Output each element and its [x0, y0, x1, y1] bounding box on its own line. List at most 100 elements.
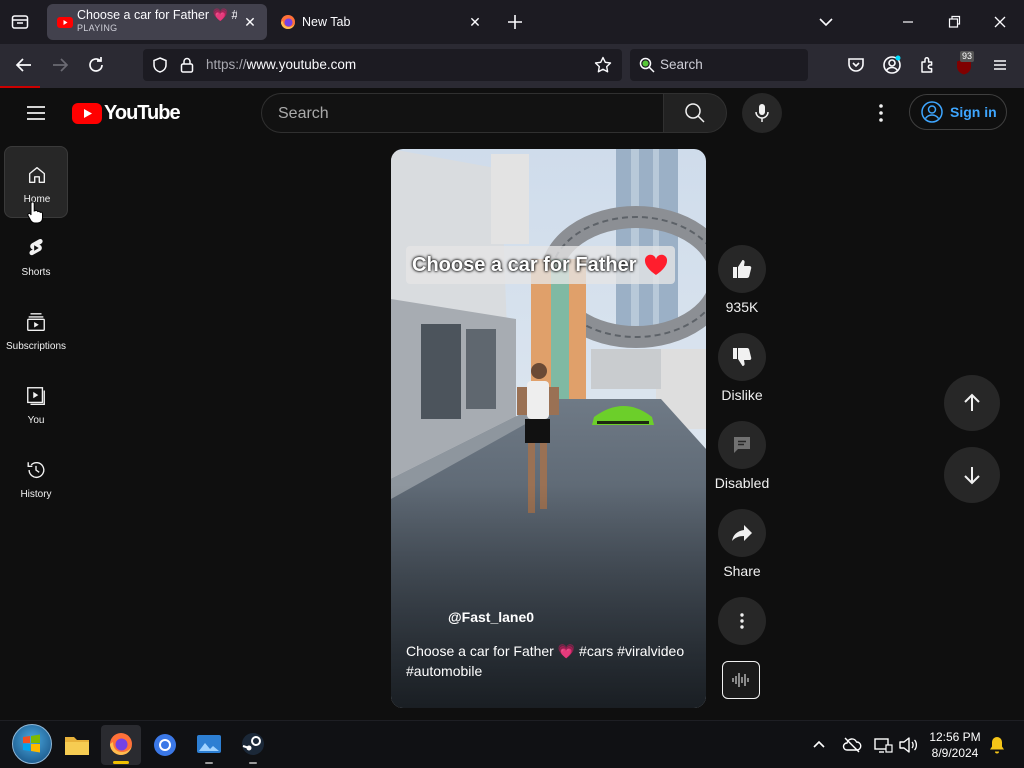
sidebar-item-shorts[interactable]: Shorts — [4, 220, 68, 292]
video-frame — [391, 149, 706, 708]
video-text-overlay: Choose a car for Father — [406, 246, 675, 284]
chrome-taskbar-icon[interactable] — [145, 725, 185, 765]
shorts-icon — [29, 239, 43, 256]
clock-time: 12:56 PM — [929, 730, 981, 744]
shorts-video-player[interactable]: Choose a car for Father @Fast_lane0 Choo… — [391, 149, 706, 708]
youtube-favicon-icon — [57, 14, 73, 30]
firefox-taskbar-icon[interactable] — [101, 725, 141, 765]
extension-badge: 93 — [960, 51, 975, 62]
show-hidden-icons-chevron-icon[interactable] — [810, 736, 828, 754]
red-heart-icon — [644, 254, 667, 275]
volume-icon[interactable] — [898, 736, 918, 754]
previous-short-button[interactable] — [944, 375, 1000, 431]
clock-date: 8/9/2024 — [931, 746, 979, 760]
bookmark-star-icon[interactable] — [593, 55, 613, 75]
account-circle-icon — [921, 101, 943, 123]
next-short-button[interactable] — [944, 447, 1000, 503]
audio-waveform-icon — [732, 673, 749, 687]
dislike-button[interactable] — [718, 333, 766, 381]
sidebar-item-label: Shorts — [21, 267, 51, 278]
youtube-masthead: YouTube Search Sign in — [0, 88, 1024, 138]
subscriptions-icon — [27, 313, 45, 331]
windows-taskbar: 12:56 PM 8/9/2024 — [0, 720, 1024, 768]
voice-search-button[interactable] — [742, 93, 782, 133]
url-text: https://www.youtube.com — [206, 57, 357, 72]
search-icon — [685, 103, 705, 123]
sidebar-item-label: History — [20, 489, 52, 500]
file-explorer-icon[interactable] — [57, 725, 97, 765]
tab-title: New Tab — [302, 15, 351, 29]
tab-playing-status: PLAYING — [77, 23, 118, 33]
browser-tab-strip: Choose a car for Father 💗 #cars #viralvi… — [0, 0, 1024, 44]
tab-manager-icon[interactable] — [10, 12, 30, 32]
back-arrow-icon[interactable] — [14, 55, 34, 75]
notification-bell-icon[interactable] — [988, 735, 1006, 755]
ublock-extension-icon[interactable]: 93 — [954, 51, 978, 77]
channel-handle[interactable]: @Fast_lane0 — [448, 609, 534, 625]
start-button-icon[interactable] — [12, 724, 52, 764]
firefox-favicon-icon — [280, 14, 296, 30]
tab-title: Choose a car for Father 💗 #cars #viralvi… — [77, 8, 237, 22]
photo-app-taskbar-icon[interactable] — [189, 725, 229, 765]
new-tab-plus-icon[interactable] — [505, 12, 525, 32]
pocket-icon[interactable] — [846, 55, 866, 75]
arrow-up-icon — [964, 393, 980, 411]
share-label: Share — [723, 563, 761, 579]
close-window-icon[interactable] — [990, 12, 1010, 32]
sidebar-item-label: Subscriptions — [5, 341, 67, 352]
like-button[interactable] — [718, 245, 766, 293]
extensions-puzzle-icon[interactable] — [918, 55, 938, 75]
share-arrow-icon — [732, 525, 752, 541]
reload-icon[interactable] — [86, 55, 106, 75]
tab-youtube-active[interactable]: Choose a car for Father 💗 #cars #viralvi… — [47, 4, 267, 40]
address-bar[interactable]: https://www.youtube.com — [143, 49, 622, 81]
youtube-logo-text: YouTube — [104, 102, 181, 124]
settings-kebab-icon[interactable] — [869, 101, 893, 125]
account-icon[interactable] — [882, 55, 902, 75]
youtube-logo-icon — [72, 103, 102, 124]
share-button[interactable] — [718, 509, 766, 557]
youtube-search-input[interactable]: Search — [261, 93, 663, 133]
overlay-title-text: Choose a car for Father — [412, 253, 637, 276]
search-engine-icon — [638, 56, 656, 74]
sign-in-button[interactable]: Sign in — [909, 94, 1007, 130]
home-icon — [28, 166, 46, 184]
comments-disabled-label: Disabled — [714, 475, 770, 491]
menu-hamburger-icon[interactable] — [990, 55, 1010, 75]
sound-thumbnail-button[interactable] — [722, 661, 760, 699]
sidebar-item-you[interactable]: You — [4, 368, 68, 440]
sidebar-item-subscriptions[interactable]: Subscriptions — [4, 294, 68, 366]
guide-menu-icon[interactable] — [24, 101, 48, 125]
channel-avatar[interactable] — [407, 601, 439, 633]
browser-navigation-bar: https://www.youtube.com Search 93 — [0, 44, 1024, 86]
network-icon[interactable] — [873, 736, 893, 754]
thumbs-up-icon — [733, 260, 752, 278]
comments-button — [718, 421, 766, 469]
microphone-icon — [755, 104, 769, 122]
like-count: 935K — [725, 299, 759, 315]
tab-new-tab[interactable]: New Tab ✕ — [272, 4, 494, 40]
lock-icon[interactable] — [179, 56, 195, 74]
history-icon — [27, 462, 45, 479]
video-caption[interactable]: Choose a car for Father 💗 #cars #viralvi… — [406, 641, 696, 681]
sidebar-item-history[interactable]: History — [4, 442, 68, 514]
arrow-down-icon — [964, 467, 980, 485]
tracking-protection-shield-icon[interactable] — [151, 56, 169, 74]
forward-arrow-icon — [50, 55, 70, 75]
cloud-offline-icon[interactable] — [842, 736, 862, 754]
minimize-window-icon[interactable] — [898, 12, 918, 32]
dislike-label: Dislike — [721, 387, 763, 403]
restore-window-icon[interactable] — [944, 12, 964, 32]
close-tab-icon[interactable]: ✕ — [466, 13, 484, 31]
youtube-logo[interactable]: YouTube — [72, 102, 181, 125]
steam-taskbar-icon[interactable] — [233, 725, 273, 765]
system-clock[interactable]: 12:56 PM 8/9/2024 — [922, 729, 988, 761]
list-all-tabs-chevron-icon[interactable] — [816, 12, 836, 32]
thumbs-down-icon — [733, 348, 752, 366]
hand-cursor-icon — [26, 201, 44, 225]
youtube-search-button[interactable] — [663, 93, 727, 133]
close-tab-icon[interactable]: ✕ — [241, 13, 259, 31]
more-actions-button[interactable] — [718, 597, 766, 645]
you-icon — [27, 387, 45, 405]
browser-search-bar[interactable]: Search — [630, 49, 808, 81]
